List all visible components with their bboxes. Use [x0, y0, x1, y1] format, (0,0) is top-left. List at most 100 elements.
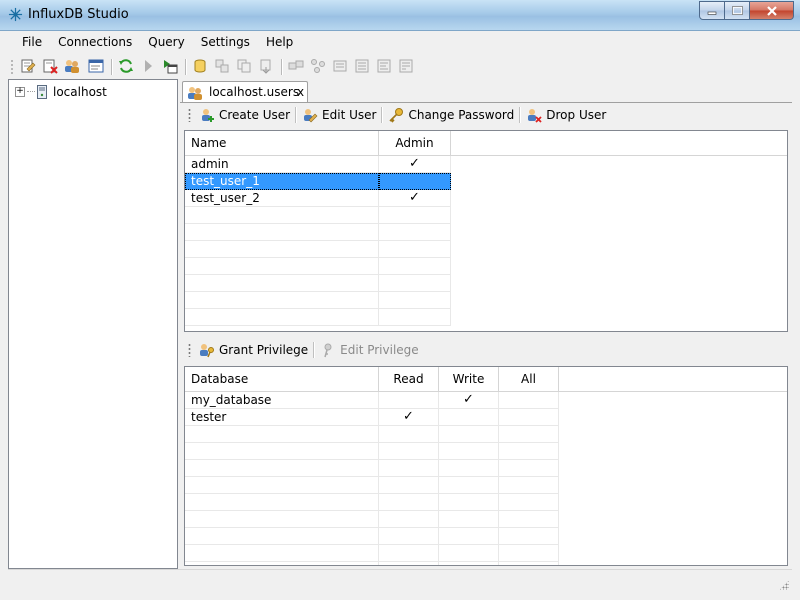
show-tag-values-icon[interactable]	[376, 58, 392, 74]
empty-cell	[185, 426, 379, 443]
write-cell	[439, 409, 499, 426]
privileges-grid-rows: my_database ✓ tester ✓	[185, 392, 559, 565]
show-measurements-icon[interactable]	[332, 58, 348, 74]
app-window: InfluxDB Studio File Connections Query S…	[0, 0, 800, 600]
toolstrip-separator	[519, 107, 522, 123]
drop-user-button[interactable]: Drop User	[522, 105, 610, 125]
empty-cell	[499, 443, 559, 460]
tab-close-button[interactable]: x	[297, 85, 304, 99]
privileges-grid[interactable]: Database Read Write All my_database ✓ te…	[184, 366, 788, 566]
delete-connection-icon[interactable]	[42, 58, 58, 74]
create-database-icon[interactable]	[192, 58, 208, 74]
empty-cell	[379, 426, 439, 443]
new-query-icon[interactable]	[162, 58, 178, 74]
table-row[interactable]: test_user_2 ✓	[185, 190, 451, 207]
empty-cell	[379, 528, 439, 545]
column-header-name[interactable]: Name	[185, 131, 379, 155]
toolbar-grip[interactable]	[11, 59, 13, 76]
minimize-button[interactable]	[699, 1, 725, 20]
connection-properties-icon[interactable]	[88, 58, 104, 74]
tree-node-server[interactable]: + localhost	[15, 84, 107, 100]
empty-cell	[499, 460, 559, 477]
empty-row	[185, 562, 559, 565]
document-area: localhost.users x Create User Edit User	[180, 79, 792, 568]
menu-connections[interactable]: Connections	[50, 31, 140, 53]
users-grid[interactable]: Name Admin admin ✓ test_user_1 test_user…	[184, 130, 788, 332]
empty-cell	[185, 292, 379, 309]
show-diagnostics-icon[interactable]	[288, 58, 304, 74]
table-row[interactable]: admin ✓	[185, 156, 451, 173]
empty-cell	[379, 241, 451, 258]
edit-privilege-button[interactable]: Edit Privilege	[316, 340, 423, 360]
empty-row	[185, 292, 451, 309]
toolbar-separator	[281, 59, 283, 75]
user-name-cell: test_user_2	[185, 190, 379, 207]
empty-row	[185, 224, 451, 241]
change-password-button[interactable]: Change Password	[384, 105, 518, 125]
menu-file[interactable]: File	[8, 31, 50, 53]
all-cell	[499, 409, 559, 426]
column-header-write[interactable]: Write	[439, 367, 499, 391]
users-icon	[188, 87, 202, 100]
empty-cell	[185, 460, 379, 477]
empty-cell	[379, 460, 439, 477]
create-user-button[interactable]: Create User	[195, 105, 294, 125]
manage-users-icon[interactable]	[64, 58, 80, 74]
empty-row	[185, 207, 451, 224]
column-header-admin[interactable]: Admin	[379, 131, 451, 155]
change-password-label: Change Password	[408, 108, 515, 122]
tab-label: localhost.users	[209, 85, 300, 99]
empty-cell	[379, 275, 451, 292]
menu-help[interactable]: Help	[258, 31, 301, 53]
new-connection-icon[interactable]	[20, 58, 36, 74]
show-field-keys-icon[interactable]	[398, 58, 414, 74]
close-window-button[interactable]	[750, 1, 794, 20]
column-header-database[interactable]: Database	[185, 367, 379, 391]
export-icon[interactable]	[258, 58, 274, 74]
show-series-icon[interactable]	[310, 58, 326, 74]
empty-row	[185, 511, 559, 528]
edit-user-button[interactable]: Edit User	[298, 105, 380, 125]
show-tag-keys-icon[interactable]	[354, 58, 370, 74]
column-header-all[interactable]: All	[499, 367, 559, 391]
empty-cell	[499, 528, 559, 545]
refresh-icon[interactable]	[118, 58, 134, 74]
all-cell	[499, 392, 559, 409]
maximize-button[interactable]	[725, 1, 750, 20]
privileges-toolstrip: Grant Privilege Edit Privilege	[184, 338, 423, 362]
grant-privilege-label: Grant Privilege	[219, 343, 309, 357]
toolstrip-grip[interactable]	[188, 343, 191, 357]
tab-localhost-users[interactable]: localhost.users x	[182, 81, 308, 103]
backfill-icon[interactable]	[214, 58, 230, 74]
empty-cell	[379, 292, 451, 309]
expand-icon[interactable]: +	[15, 87, 25, 97]
grant-privilege-button[interactable]: Grant Privilege	[195, 340, 312, 360]
empty-cell	[379, 477, 439, 494]
empty-cell	[499, 562, 559, 565]
copy-icon[interactable]	[236, 58, 252, 74]
empty-row	[185, 275, 451, 292]
edit-privilege-label: Edit Privilege	[340, 343, 419, 357]
resize-grip-icon[interactable]	[779, 580, 789, 590]
empty-cell	[439, 443, 499, 460]
table-row[interactable]: my_database ✓	[185, 392, 559, 409]
edit-user-icon	[304, 109, 318, 123]
empty-row	[185, 460, 559, 477]
empty-cell	[379, 258, 451, 275]
empty-cell	[185, 477, 379, 494]
empty-row	[185, 494, 559, 511]
connection-tree[interactable]: + localhost	[8, 79, 178, 569]
empty-cell	[185, 207, 379, 224]
toolstrip-grip[interactable]	[188, 108, 191, 122]
user-name-cell: admin	[185, 156, 379, 173]
table-row-selected[interactable]: test_user_1	[185, 173, 451, 190]
menu-settings[interactable]: Settings	[193, 31, 258, 53]
database-cell: tester	[185, 409, 379, 426]
create-user-icon	[202, 109, 214, 122]
empty-cell	[185, 309, 379, 326]
column-header-read[interactable]: Read	[379, 367, 439, 391]
table-row[interactable]: tester ✓	[185, 409, 559, 426]
title-bar[interactable]: InfluxDB Studio	[0, 0, 800, 31]
menu-query[interactable]: Query	[140, 31, 192, 53]
run-query-icon[interactable]	[140, 58, 156, 74]
